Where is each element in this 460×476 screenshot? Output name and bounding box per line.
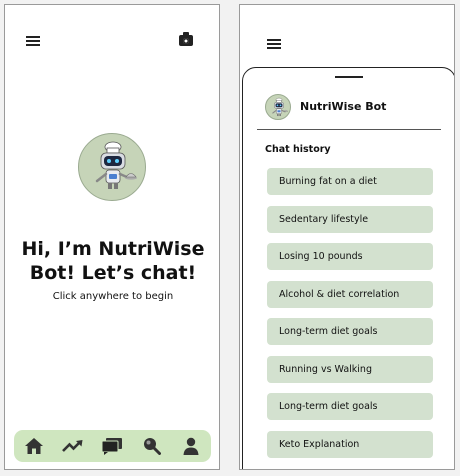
hamburger-menu-icon[interactable] bbox=[26, 36, 40, 46]
bot-avatar-small bbox=[265, 94, 291, 120]
chat-history-drawer[interactable]: NutriWise Bot Chat history Burning fat o… bbox=[242, 67, 454, 469]
headline-line-2: Bot! Let’s chat! bbox=[29, 262, 197, 284]
chat-history-item[interactable]: Long-term diet goals bbox=[267, 393, 433, 420]
begin-hint: Click anywhere to begin bbox=[52, 291, 174, 302]
welcome-headline: Hi, I’m NutriWise Bot! Let’s chat! bbox=[5, 237, 221, 285]
chat-history-item[interactable]: Running vs Walking bbox=[267, 355, 433, 383]
chat-history-screen: NutriWise Bot Chat history Burning fat o… bbox=[239, 4, 455, 470]
hamburger-menu-icon[interactable] bbox=[267, 39, 281, 49]
home-icon[interactable] bbox=[20, 432, 48, 460]
chat-history-item[interactable]: Burning fat on a diet bbox=[267, 168, 433, 195]
chat-history-item[interactable]: Alcohol & diet correlation bbox=[267, 280, 433, 308]
profile-icon[interactable] bbox=[177, 432, 205, 460]
camera-icon[interactable] bbox=[179, 32, 193, 46]
bottom-nav-bar bbox=[14, 430, 211, 462]
trending-icon[interactable] bbox=[59, 432, 87, 460]
chat-history-item[interactable]: Losing 10 pounds bbox=[267, 243, 433, 270]
bot-avatar bbox=[78, 133, 146, 201]
chat-history-list: Burning fat on a diet Sedentary lifestyl… bbox=[267, 168, 433, 468]
robot-chef-icon bbox=[272, 97, 289, 117]
chat-history-item[interactable]: Long-term diet goals bbox=[267, 318, 433, 345]
drawer-drag-handle[interactable] bbox=[335, 76, 363, 78]
headline-line-1: Hi, I’m NutriWise bbox=[21, 238, 205, 260]
chat-history-heading: Chat history bbox=[265, 144, 331, 155]
chat-history-item[interactable]: Keto Explanation bbox=[267, 430, 433, 458]
robot-chef-icon bbox=[95, 141, 137, 189]
drawer-divider bbox=[257, 129, 441, 130]
chat-history-item[interactable]: Sedentary lifestyle bbox=[267, 205, 433, 233]
welcome-screen[interactable]: Hi, I’m NutriWise Bot! Let’s chat! Click… bbox=[4, 4, 220, 470]
chat-icon[interactable] bbox=[98, 432, 126, 460]
bot-name: NutriWise Bot bbox=[300, 100, 387, 113]
search-icon[interactable] bbox=[138, 432, 166, 460]
